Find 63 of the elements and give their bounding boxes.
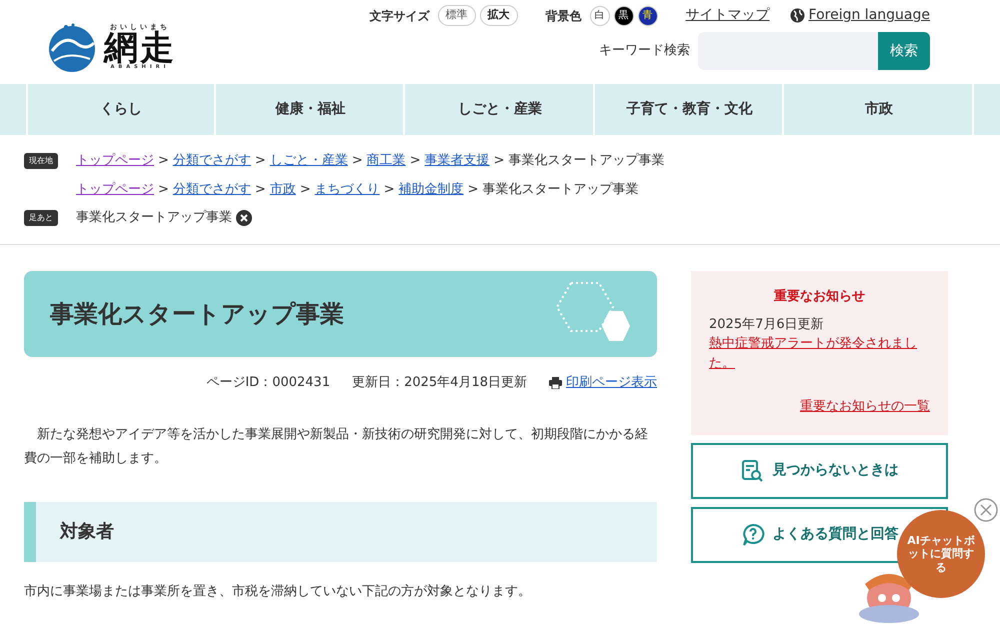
search-button[interactable]: 検索	[878, 32, 930, 70]
nav-menu-item[interactable]: 健康・福祉	[218, 84, 406, 135]
separator: >	[352, 152, 363, 170]
logo-name: 網走	[104, 31, 176, 65]
nav-menu-item[interactable]: 子育て・教育・文化	[596, 84, 784, 135]
breadcrumb-link[interactable]: 補助金制度	[398, 180, 464, 199]
notice-link[interactable]: 熱中症警戒アラートが発令されました。	[709, 334, 930, 373]
history-item[interactable]: 事業化スタートアップ事業	[76, 208, 232, 228]
search-label: キーワード検索	[599, 42, 690, 60]
separator: >	[468, 180, 479, 198]
foreign-language-link[interactable]: Foreign language	[808, 5, 930, 26]
nav-menu-item[interactable]: くらし	[26, 84, 216, 135]
nav-menu-item[interactable]: しごと・産業	[407, 84, 595, 135]
breadcrumb-current: 事業化スタートアップ事業	[482, 180, 639, 198]
notice-date: 2025年7月6日更新	[709, 316, 825, 334]
separator: >	[410, 152, 421, 170]
background-color-button[interactable]: 青	[638, 6, 658, 26]
update-date: 更新日：2025年4月18日更新	[352, 374, 527, 392]
wave-logo-icon	[46, 21, 98, 73]
printer-icon	[549, 376, 562, 389]
background-color-button[interactable]: 黒	[614, 6, 634, 26]
chatbot-popup[interactable]: AIチャットボットに質問する	[897, 510, 985, 598]
text-size-button[interactable]: 標準	[438, 5, 476, 26]
page-id: ページID：0002431	[206, 374, 330, 392]
separator: >	[494, 152, 505, 170]
breadcrumb-link[interactable]: 分類でさがす	[172, 151, 251, 170]
separator: >	[158, 152, 169, 170]
intro-text: 新たな発想やアイデア等を活かした事業展開や新製品・新技術の研究開発に対して、初期段階にかかる経費の一部を補助します。	[24, 426, 649, 468]
question-bubble-icon	[740, 522, 764, 546]
separator: >	[300, 180, 311, 198]
section-heading: 対象者	[24, 502, 657, 562]
close-icon[interactable]	[974, 498, 998, 522]
separator: >	[254, 152, 266, 170]
text-size-button[interactable]: 拡大	[480, 5, 518, 26]
separator: >	[254, 180, 266, 198]
breadcrumb-link[interactable]: 事業者支援	[424, 151, 490, 170]
background-color-button[interactable]: 白	[590, 6, 610, 26]
breadcrumb-link[interactable]: しごと・産業	[270, 151, 348, 170]
document-search-icon	[740, 458, 764, 482]
breadcrumb-link[interactable]: トップページ	[76, 151, 154, 170]
print-link[interactable]: 印刷ページ表示	[566, 373, 657, 392]
breadcrumb-link[interactable]: 市政	[270, 180, 296, 199]
side-link-button[interactable]: 見つからないときは	[691, 442, 948, 498]
text-size-label: 文字サイズ	[370, 8, 430, 24]
history-tag: 足あと	[24, 210, 58, 226]
breadcrumb-current: 事業化スタートアップ事業	[508, 152, 665, 170]
breadcrumb-link[interactable]: まちづくり	[314, 180, 380, 199]
remove-icon[interactable]	[236, 210, 252, 226]
globe-icon	[790, 8, 805, 23]
nav-menu-item[interactable]: 市政	[786, 84, 974, 135]
sitemap-link[interactable]: サイトマップ	[686, 5, 770, 26]
notice-list-link[interactable]: 重要なお知らせの一覧	[800, 399, 930, 414]
search-field[interactable]	[698, 32, 878, 70]
notice-title: 重要なお知らせ	[773, 288, 866, 306]
breadcrumb-link[interactable]: トップページ	[76, 180, 154, 199]
separator: >	[384, 180, 395, 198]
breadcrumb-link[interactable]: 商工業	[366, 151, 406, 170]
section-text: 市内に事業場または事業所を置き、市税を滞納していない下記の方が対象となります。	[24, 582, 532, 601]
location-tag: 現在地	[24, 152, 58, 169]
background-color-label: 背景色	[546, 8, 582, 24]
breadcrumb-link[interactable]: 分類でさがす	[172, 180, 251, 199]
page-title: 事業化スタートアップ事業	[50, 300, 344, 328]
separator: >	[158, 180, 169, 198]
